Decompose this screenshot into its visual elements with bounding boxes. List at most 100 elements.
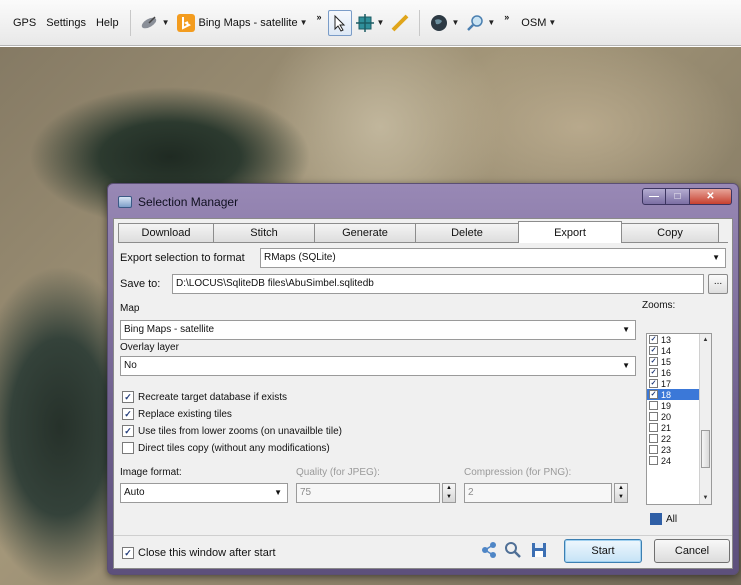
compression-stepper[interactable]: ▲ ▼ xyxy=(614,483,628,503)
checkbox[interactable]: ✓ xyxy=(649,368,658,377)
checkbox[interactable] xyxy=(649,456,658,465)
image-format-select[interactable]: Auto ▼ xyxy=(120,483,288,503)
lower-zooms-option[interactable]: ✓ Use tiles from lower zooms (on unavail… xyxy=(122,425,342,437)
overlay-source-dropdown[interactable]: OSM ▼ xyxy=(515,10,559,36)
browse-button[interactable]: ... xyxy=(708,274,728,294)
checkbox[interactable] xyxy=(650,513,662,525)
scroll-up-icon[interactable]: ▲ xyxy=(700,337,711,343)
option-label: Replace existing tiles xyxy=(138,408,232,420)
tab-stitch[interactable]: Stitch xyxy=(213,223,315,243)
globe-icon xyxy=(431,14,448,31)
zoom-level-label: 15 xyxy=(661,356,672,367)
checkbox[interactable]: ✓ xyxy=(649,390,658,399)
export-tab-panel: Export selection to format RMaps (SQLite… xyxy=(118,242,728,532)
zoom-list-scrollbar[interactable]: ▲ ▼ xyxy=(699,334,711,504)
zoom-level-label: 20 xyxy=(661,411,672,422)
map-select[interactable]: Bing Maps - satellite ▼ xyxy=(120,320,636,340)
select-all-zooms[interactable]: All xyxy=(650,513,677,525)
pointer-tool-button[interactable] xyxy=(327,9,352,36)
close-after-start-option[interactable]: ✓ Close this window after start xyxy=(122,547,276,559)
chevron-down-icon: ▼ xyxy=(376,18,385,27)
window-client-area: Download Stitch Generate Delete Export C… xyxy=(113,218,733,569)
checkbox[interactable] xyxy=(122,442,134,454)
export-format-value: RMaps (SQLite) xyxy=(264,252,336,263)
globe-button[interactable]: ▼ xyxy=(426,10,462,36)
quality-label: Quality (for JPEG): xyxy=(296,467,380,478)
tab-delete[interactable]: Delete xyxy=(415,223,519,243)
menu-settings[interactable]: Settings xyxy=(41,17,91,29)
move-tool-button[interactable]: ▼ xyxy=(352,10,388,36)
scroll-thumb[interactable] xyxy=(701,430,710,468)
tab-copy[interactable]: Copy xyxy=(621,223,719,243)
main-toolbar: GPS Settings Help ▼ Bing Maps - satellit… xyxy=(0,0,741,46)
pointer-icon xyxy=(334,14,345,32)
quality-stepper[interactable]: ▲ ▼ xyxy=(442,483,456,503)
overflow-icon[interactable]: » xyxy=(317,12,322,22)
menu-gps[interactable]: GPS xyxy=(8,17,41,29)
checkbox[interactable]: ✓ xyxy=(649,357,658,366)
overlay-layer-select[interactable]: No ▼ xyxy=(120,356,636,376)
tab-export[interactable]: Export xyxy=(518,221,622,243)
compression-label: Compression (for PNG): xyxy=(464,467,572,478)
selection-manager-window: Selection Manager — □ ✕ Download Stitch … xyxy=(107,183,739,575)
checkbox[interactable] xyxy=(649,445,658,454)
replace-tiles-option[interactable]: ✓ Replace existing tiles xyxy=(122,408,232,420)
direct-copy-option[interactable]: Direct tiles copy (without any modificat… xyxy=(122,442,330,454)
save-icon[interactable] xyxy=(530,541,548,559)
zoom-levels-list[interactable]: ✓ 13 ✓ 14 ✓ 15 ✓ 16 ✓ 17 ✓ 18 19 20 21 22 23 24 ▲ ▼ xyxy=(646,333,712,505)
maximize-button[interactable]: □ xyxy=(666,188,690,205)
cancel-button[interactable]: Cancel xyxy=(654,539,730,563)
footer-separator xyxy=(114,535,732,536)
export-format-select[interactable]: RMaps (SQLite) ▼ xyxy=(260,248,726,268)
overlay-source-label: OSM xyxy=(521,16,547,29)
share-icon[interactable] xyxy=(480,541,498,559)
zoom-level-label: 14 xyxy=(661,345,672,356)
menu-help[interactable]: Help xyxy=(91,17,124,29)
save-to-label: Save to: xyxy=(120,278,161,290)
tab-download[interactable]: Download xyxy=(118,223,214,243)
window-titlebar[interactable]: Selection Manager — □ ✕ xyxy=(108,184,738,218)
chevron-down-icon: ▼ xyxy=(712,253,720,262)
recreate-database-option[interactable]: ✓ Recreate target database if exists xyxy=(122,391,287,403)
chevron-down-icon: ▼ xyxy=(487,18,496,27)
checkbox[interactable]: ✓ xyxy=(649,379,658,388)
close-after-start-label: Close this window after start xyxy=(138,547,276,559)
image-format-value: Auto xyxy=(124,487,145,498)
checkbox[interactable]: ✓ xyxy=(649,335,658,344)
checkbox[interactable] xyxy=(649,423,658,432)
option-label: Recreate target database if exists xyxy=(138,391,287,403)
export-format-label: Export selection to format xyxy=(120,252,245,264)
checkbox[interactable]: ✓ xyxy=(122,391,134,403)
checkbox[interactable] xyxy=(649,412,658,421)
search-button[interactable]: ▼ xyxy=(462,10,498,36)
minimize-button[interactable]: — xyxy=(642,188,666,205)
toolbar-separator xyxy=(129,9,131,36)
chevron-down-icon: ▼ xyxy=(548,18,557,27)
zoom-level-label: 22 xyxy=(661,433,672,444)
compression-field[interactable]: 2 xyxy=(464,483,612,503)
map-label: Map xyxy=(120,303,140,314)
save-to-field[interactable]: D:\LOCUS\SqliteDB files\AbuSimbel.sqlite… xyxy=(172,274,704,294)
zoom-level-label: 18 xyxy=(661,389,672,400)
start-button[interactable]: Start xyxy=(564,539,642,563)
checkbox[interactable]: ✓ xyxy=(122,408,134,420)
checkbox[interactable]: ✓ xyxy=(649,346,658,355)
checkbox[interactable] xyxy=(649,434,658,443)
tab-generate[interactable]: Generate xyxy=(314,223,416,243)
option-label: Direct tiles copy (without any modificat… xyxy=(138,442,330,454)
checkbox[interactable]: ✓ xyxy=(122,425,134,437)
quality-field[interactable]: 75 xyxy=(296,483,440,503)
overlay-layer-value: No xyxy=(124,360,137,371)
checkbox[interactable]: ✓ xyxy=(122,547,134,559)
map-source-dropdown[interactable]: Bing Maps - satellite ▼ xyxy=(173,10,311,36)
satellite-button[interactable]: ▼ xyxy=(137,10,173,36)
scroll-down-icon[interactable]: ▼ xyxy=(700,495,711,501)
overflow-icon[interactable]: » xyxy=(504,12,509,22)
checkbox[interactable] xyxy=(649,401,658,410)
ruler-tool-button[interactable] xyxy=(387,10,413,36)
bing-logo-icon xyxy=(176,13,195,32)
zoom-icon[interactable] xyxy=(504,541,522,559)
toolbar-separator xyxy=(419,9,421,36)
close-button[interactable]: ✕ xyxy=(690,188,732,205)
zoom-level-label: 21 xyxy=(661,422,672,433)
